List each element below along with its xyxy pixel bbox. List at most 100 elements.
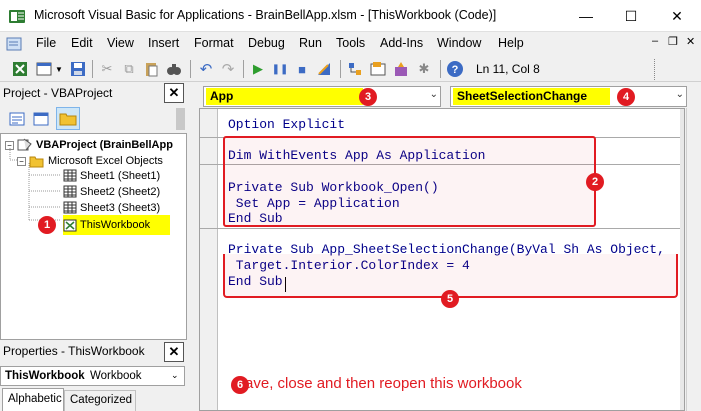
chevron-down-icon[interactable]: ⌄ — [171, 370, 179, 381]
procedure-dropdown-value: SheetSelectionChange — [453, 88, 610, 105]
code-window[interactable]: Option Explicit Dim WithEvents App As Ap… — [199, 108, 685, 411]
view-code-icon[interactable] — [8, 110, 26, 128]
vba-editor-window: Microsoft Visual Basic for Applications … — [0, 0, 701, 411]
reset-icon[interactable]: ■ — [292, 59, 312, 79]
minimize-button[interactable]: — — [563, 0, 609, 32]
step-badge-1: 1 — [38, 216, 56, 234]
paste-icon[interactable] — [141, 59, 161, 79]
help-icon[interactable]: ? — [445, 59, 465, 79]
insert-userform-icon[interactable] — [34, 59, 54, 79]
project-explorer-header: Project - VBAProject ✕ — [0, 83, 187, 103]
panel-splitter[interactable] — [187, 83, 199, 411]
chevron-down-icon[interactable]: ⌄ — [430, 89, 438, 100]
project-explorer-icon[interactable] — [345, 59, 365, 79]
tree-lines — [9, 148, 61, 221]
standard-toolbar: ▼ ✂ ⧉ ↶ ↷ ▶ ❚❚ ■ ✱ ? Ln 11, Col 8 — [0, 56, 701, 82]
object-dropdown[interactable]: App ⌄ — [203, 86, 441, 107]
maximize-button[interactable]: ☐ — [608, 0, 654, 32]
sheet1-label: Sheet1 (Sheet1) — [80, 169, 161, 182]
vba-doc-icon — [6, 37, 22, 51]
vertical-scrollbar[interactable] — [686, 108, 701, 411]
redo-icon[interactable]: ↷ — [218, 59, 238, 79]
object-browser-icon[interactable] — [391, 59, 411, 79]
sheet3-label: Sheet3 (Sheet3) — [80, 201, 161, 214]
step-badge-6: 6 — [231, 376, 249, 394]
project-toolbar-scroll[interactable] — [176, 108, 185, 130]
doc-restore-button[interactable]: ❐ — [668, 35, 678, 48]
properties-tabs: Alphabetic Categorized — [0, 388, 187, 411]
menu-file[interactable]: File — [36, 36, 56, 50]
run-icon[interactable]: ▶ — [248, 59, 268, 79]
title-bar: Microsoft Visual Basic for Applications … — [0, 0, 701, 32]
properties-title: Properties - ThisWorkbook — [3, 344, 145, 358]
project-tree: − VBAProject (BrainBellApp − Microsoft E… — [0, 133, 187, 340]
object-name: ThisWorkbook — [5, 370, 85, 382]
view-excel-icon[interactable] — [10, 59, 30, 79]
menu-help[interactable]: Help — [498, 36, 524, 50]
procedure-dropdown[interactable]: SheetSelectionChange ⌄ — [450, 86, 687, 107]
project-explorer-close-button[interactable]: ✕ — [164, 83, 184, 103]
break-icon[interactable]: ❚❚ — [270, 59, 290, 79]
toolbar-separator — [340, 60, 341, 78]
code-scroll-track[interactable] — [680, 109, 684, 410]
tab-categorized[interactable]: Categorized — [64, 390, 136, 411]
step-badge-2: 2 — [586, 173, 604, 191]
save-icon[interactable] — [68, 59, 88, 79]
object-dropdown-value: App — [206, 88, 363, 105]
project-explorer-title: Project - VBAProject — [3, 86, 113, 100]
thisworkbook-label: ThisWorkbook — [80, 219, 151, 231]
toolbar-separator — [243, 60, 244, 78]
window-title: Microsoft Visual Basic for Applications … — [34, 8, 497, 22]
menu-tools[interactable]: Tools — [336, 36, 365, 50]
code-margin — [200, 109, 218, 410]
view-object-icon[interactable] — [32, 110, 50, 128]
tree-node-thisworkbook[interactable]: ThisWorkbook — [63, 215, 170, 235]
instruction-note: Save, close and then reopen this workboo… — [235, 375, 522, 392]
toggle-folders-button[interactable] — [56, 107, 80, 130]
doc-close-button[interactable]: ✕ — [686, 35, 695, 48]
properties-close-button[interactable]: ✕ — [164, 342, 184, 362]
cut-icon[interactable]: ✂ — [97, 59, 117, 79]
menu-run[interactable]: Run — [299, 36, 322, 50]
step-badge-5: 5 — [441, 290, 459, 308]
design-mode-icon[interactable] — [314, 59, 334, 79]
tree-node-sheet3[interactable]: Sheet3 (Sheet3) — [63, 201, 160, 214]
properties-header: Properties - ThisWorkbook ✕ — [0, 340, 187, 362]
properties-window-icon[interactable] — [368, 59, 388, 79]
toolbox-icon[interactable]: ✱ — [414, 59, 434, 79]
find-icon[interactable] — [164, 59, 184, 79]
toolbar-separator — [190, 60, 191, 78]
chevron-down-icon[interactable]: ⌄ — [676, 89, 684, 100]
project-explorer-toolbar — [0, 106, 187, 132]
close-window-button[interactable]: ✕ — [654, 0, 700, 32]
object-type: Workbook — [90, 370, 142, 382]
procedure-separator — [200, 228, 680, 229]
menu-debug[interactable]: Debug — [248, 36, 285, 50]
step-badge-3: 3 — [359, 88, 377, 106]
insert-dropdown-arrow-icon[interactable]: ▼ — [54, 59, 64, 79]
toolbar-overflow-icon[interactable] — [654, 59, 666, 80]
menu-format[interactable]: Format — [194, 36, 234, 50]
menu-bar: File Edit View Insert Format Debug Run T… — [0, 33, 701, 55]
properties-object-select[interactable]: ThisWorkbook Workbook ⌄ — [0, 366, 185, 386]
sheet2-label: Sheet2 (Sheet2) — [80, 185, 161, 198]
tab-alphabetic[interactable]: Alphabetic — [2, 388, 64, 411]
highlight-box-2 — [223, 136, 596, 227]
copy-icon[interactable]: ⧉ — [119, 59, 139, 79]
doc-minimize-button[interactable]: – — [652, 35, 658, 47]
menu-add-ins[interactable]: Add-Ins — [380, 36, 423, 50]
tree-node-sheet1[interactable]: Sheet1 (Sheet1) — [63, 169, 160, 182]
menu-view[interactable]: View — [107, 36, 134, 50]
toolbar-separator — [440, 60, 441, 78]
menu-window[interactable]: Window — [437, 36, 481, 50]
menu-insert[interactable]: Insert — [148, 36, 179, 50]
cursor-position-status: Ln 11, Col 8 — [476, 62, 540, 76]
menu-edit[interactable]: Edit — [71, 36, 93, 50]
step-badge-4: 4 — [617, 88, 635, 106]
code-line-1: Option Explicit — [228, 117, 346, 132]
undo-icon[interactable]: ↶ — [196, 59, 216, 79]
tree-node-sheet2[interactable]: Sheet2 (Sheet2) — [63, 185, 160, 198]
svg-text:?: ? — [452, 64, 459, 76]
vba-app-icon — [9, 10, 25, 23]
toolbar-separator — [92, 60, 93, 78]
